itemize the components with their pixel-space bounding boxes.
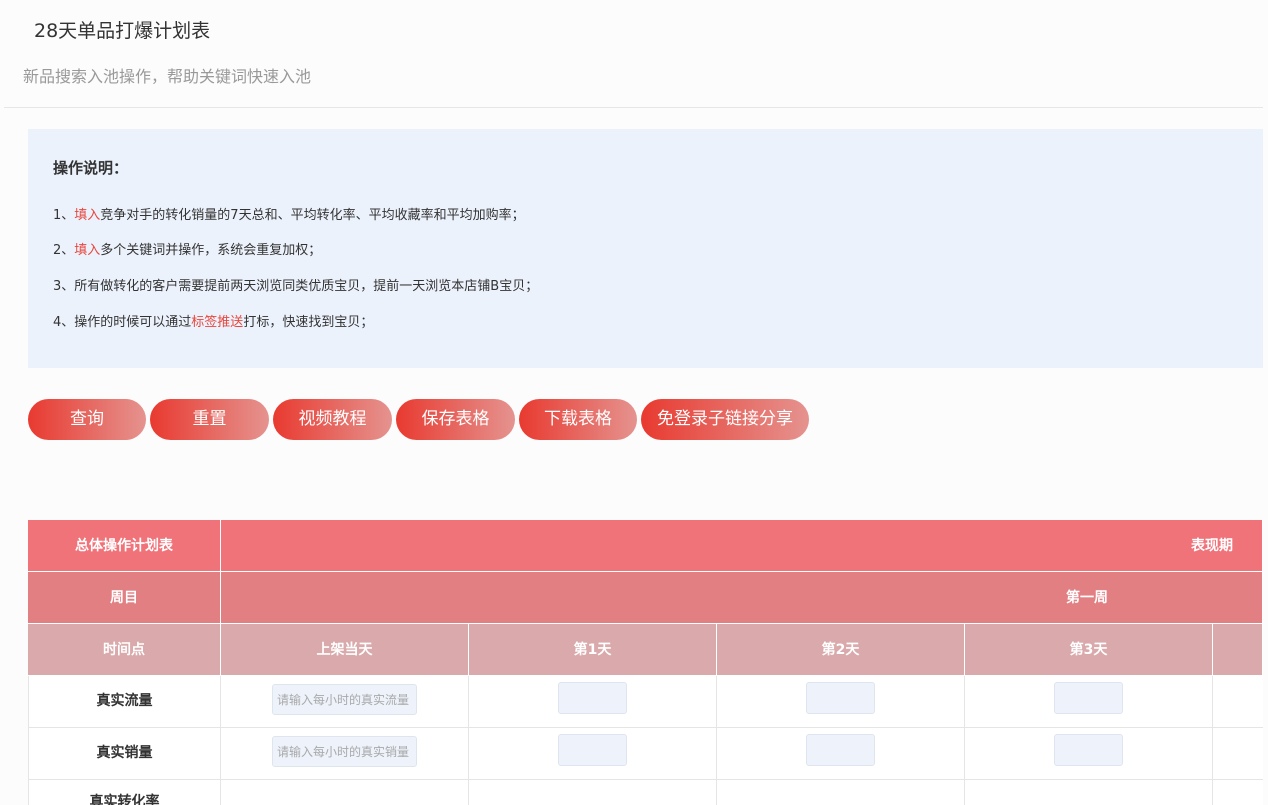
- instruction-num: 3、: [53, 279, 75, 294]
- instruction-num: 2、: [53, 243, 75, 258]
- header-cell-week: 第一周: [221, 572, 1263, 624]
- day3-sales-input[interactable]: [1054, 734, 1123, 766]
- day2-traffic-input[interactable]: [806, 682, 875, 714]
- day2-sales-input[interactable]: [806, 734, 875, 766]
- table-cell: [1213, 728, 1263, 780]
- header-cell-day: 上架当天: [221, 624, 469, 676]
- table-header-row: 周目 第一周: [28, 572, 1263, 624]
- row-label: 真实销量: [28, 728, 221, 780]
- instruction-text: 竞争对手的转化销量的7天总和、平均转化率、平均收藏率和平均加购率；: [100, 208, 525, 223]
- header-divider: [4, 107, 1263, 108]
- table-row: 真实转化率: [28, 780, 1263, 805]
- day1-traffic-input[interactable]: [558, 682, 627, 714]
- tag-push-link[interactable]: 标签推送: [191, 315, 243, 330]
- instruction-text: 操作的时候可以通过: [74, 315, 192, 330]
- instruction-highlight: 填入: [74, 208, 101, 223]
- header-cell-period: 表现期: [221, 520, 1263, 572]
- row-label: 真实流量: [28, 676, 221, 728]
- instruction-highlight: 填入: [74, 243, 101, 258]
- week-label: 第一周: [1066, 590, 1108, 606]
- real-sales-input[interactable]: [272, 736, 417, 767]
- header-cell-timepoint: 时间点: [28, 624, 221, 676]
- instructions-heading: 操作说明：: [53, 159, 129, 177]
- video-tutorial-button[interactable]: 视频教程: [273, 399, 392, 440]
- table-cell: [965, 728, 1213, 780]
- real-traffic-input[interactable]: [272, 684, 417, 715]
- table-header-row: 总体操作计划表 表现期: [28, 520, 1263, 572]
- instruction-line-2: 2、填入多个关键词并操作，系统会重复加权；: [53, 239, 321, 258]
- page-title: 28天单品打爆计划表: [34, 20, 211, 42]
- header-cell-week-label: 周目: [28, 572, 221, 624]
- table-cell: [965, 676, 1213, 728]
- reset-button[interactable]: 重置: [150, 399, 269, 440]
- instruction-text: 所有做转化的客户需要提前两天浏览同类优质宝贝，提前一天浏览本店铺B宝贝；: [74, 279, 539, 294]
- table-cell: [221, 780, 469, 805]
- day3-traffic-input[interactable]: [1054, 682, 1123, 714]
- instruction-line-1: 1、填入竞争对手的转化销量的7天总和、平均转化率、平均收藏率和平均加购率；: [53, 204, 525, 223]
- table-cell: [965, 780, 1213, 805]
- table-cell: [717, 780, 965, 805]
- day1-sales-input[interactable]: [558, 734, 627, 766]
- instruction-line-4: 4、操作的时候可以通过标签推送打标，快速找到宝贝；: [53, 311, 373, 330]
- table-cell: [469, 780, 717, 805]
- header-cell-plan: 总体操作计划表: [28, 520, 221, 572]
- instruction-num: 4、: [53, 315, 75, 330]
- table-header-row: 时间点 上架当天 第1天 第2天 第3天: [28, 624, 1263, 676]
- table-row: 真实流量: [28, 676, 1263, 728]
- table-row: 真实销量: [28, 728, 1263, 780]
- query-button[interactable]: 查询: [28, 399, 146, 440]
- table-cell: [221, 728, 469, 780]
- share-link-button[interactable]: 免登录子链接分享: [641, 399, 809, 440]
- table-cell: [717, 728, 965, 780]
- header-cell-day: 第1天: [469, 624, 717, 676]
- download-table-button[interactable]: 下载表格: [519, 399, 637, 440]
- table-cell: [221, 676, 469, 728]
- save-table-button[interactable]: 保存表格: [396, 399, 515, 440]
- header-cell-day: 第2天: [717, 624, 965, 676]
- instruction-text: 打标，快速找到宝贝；: [243, 315, 374, 330]
- table-cell: [469, 728, 717, 780]
- header-cell-day: 第3天: [965, 624, 1213, 676]
- row-label: 真实转化率: [28, 780, 221, 805]
- instruction-num: 1、: [53, 208, 75, 223]
- period-label: 表现期: [1191, 538, 1233, 554]
- instruction-text: 多个关键词并操作，系统会重复加权；: [100, 243, 322, 258]
- page-subtitle: 新品搜索入池操作，帮助关键词快速入池: [23, 67, 312, 86]
- instruction-line-3: 3、所有做转化的客户需要提前两天浏览同类优质宝贝，提前一天浏览本店铺B宝贝；: [53, 275, 538, 294]
- header-cell-day: [1213, 624, 1263, 676]
- table-cell: [1213, 780, 1263, 805]
- instructions-panel: 操作说明： 1、填入竞争对手的转化销量的7天总和、平均转化率、平均收藏率和平均加…: [28, 129, 1263, 368]
- table-cell: [1213, 676, 1263, 728]
- table-cell: [717, 676, 965, 728]
- plan-table: 总体操作计划表 表现期 周目 第一周 时间点 上架当天 第1天 第2天 第3天 …: [28, 520, 1263, 805]
- table-cell: [469, 676, 717, 728]
